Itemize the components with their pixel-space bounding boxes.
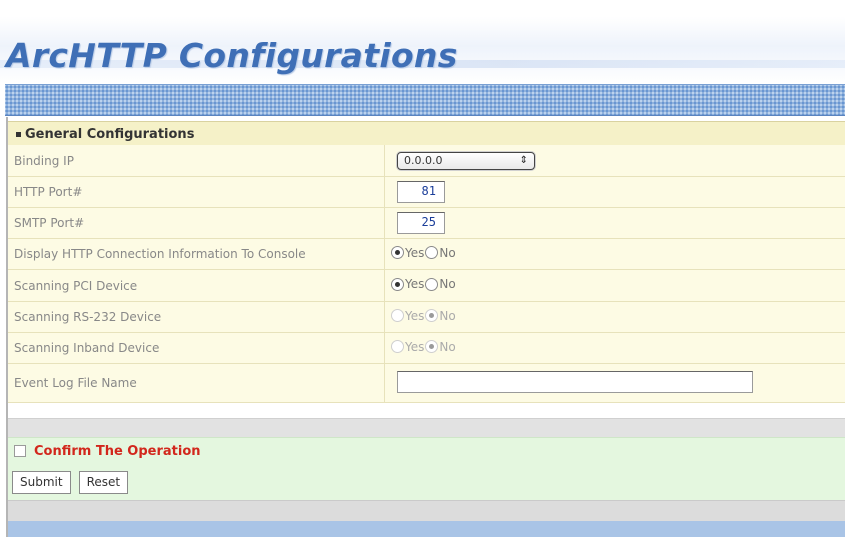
scanning-inband-yes-radio[interactable] — [391, 340, 404, 354]
table-row: Scanning Inband Device Yes No — [8, 332, 845, 364]
http-port-input[interactable]: 81 — [397, 181, 445, 203]
radio-no-label: No — [439, 308, 456, 323]
config-table: Binding IP 0.0.0.0 ⇕ HTTP Port# 81 SMTP … — [8, 145, 845, 403]
binding-ip-select[interactable]: 0.0.0.0 ⇕ — [397, 151, 535, 170]
binding-ip-value: 0.0.0.0 — [404, 154, 443, 167]
scanning-rs232-radio-group: Yes No — [391, 309, 457, 323]
reset-button[interactable]: Reset — [78, 470, 129, 494]
row-label-scanning-pci: Scanning PCI Device — [8, 269, 385, 302]
event-log-file-input[interactable] — [397, 370, 753, 393]
scanning-pci-radio-group: Yes No — [391, 277, 457, 291]
radio-yes-label: Yes — [405, 277, 425, 292]
scanning-inband-no-radio[interactable] — [425, 340, 439, 354]
table-row: Binding IP 0.0.0.0 ⇕ — [8, 145, 845, 177]
radio-no-label: No — [439, 277, 456, 292]
row-label-scanning-rs232: Scanning RS-232 Device — [8, 301, 385, 333]
radio-yes-label: Yes — [405, 339, 425, 354]
display-http-info-yes-radio[interactable] — [391, 246, 404, 260]
footer-bar — [8, 500, 845, 522]
radio-yes-label: Yes — [405, 308, 425, 323]
updown-arrows-icon: ⇕ — [519, 155, 528, 166]
radio-no-label: No — [439, 245, 456, 260]
scanning-rs232-yes-radio[interactable] — [391, 309, 404, 323]
row-label-smtp-port: SMTP Port# — [8, 207, 385, 239]
table-row: Event Log File Name — [8, 363, 845, 403]
decorative-band — [5, 84, 845, 116]
row-label-display-http-info: Display HTTP Connection Information To C… — [8, 238, 385, 270]
radio-yes-label: Yes — [405, 245, 425, 260]
table-row: Display HTTP Connection Information To C… — [8, 238, 845, 270]
scanning-pci-no-radio[interactable] — [425, 277, 439, 291]
table-row: Scanning RS-232 Device Yes No — [8, 301, 845, 333]
footer-band — [8, 521, 845, 537]
display-http-info-no-radio[interactable] — [425, 246, 439, 260]
scanning-inband-radio-group: Yes No — [391, 340, 457, 354]
submit-button[interactable]: Submit — [12, 470, 71, 494]
button-row: Submit Reset — [8, 464, 845, 500]
row-label-event-log-file: Event Log File Name — [8, 363, 385, 403]
separator-bar — [8, 418, 845, 438]
row-label-http-port: HTTP Port# — [8, 176, 385, 208]
display-http-info-radio-group: Yes No — [391, 246, 457, 260]
confirm-row: Confirm The Operation — [8, 437, 845, 465]
confirm-label: Confirm The Operation — [34, 443, 201, 459]
table-row: Scanning PCI Device Yes No — [8, 269, 845, 302]
confirm-checkbox[interactable] — [14, 445, 26, 457]
square-bullet-icon — [16, 131, 21, 137]
row-label-scanning-inband: Scanning Inband Device — [8, 332, 385, 364]
scanning-pci-yes-radio[interactable] — [391, 277, 404, 291]
smtp-port-input[interactable]: 25 — [397, 212, 445, 234]
scanning-rs232-no-radio[interactable] — [425, 309, 439, 323]
section-header: General Configurations — [8, 121, 845, 147]
row-label-binding-ip: Binding IP — [8, 145, 385, 177]
table-row: HTTP Port# 81 — [8, 176, 845, 208]
page-title: ArcHTTP Configurations — [6, 36, 458, 75]
radio-no-label: No — [439, 339, 456, 354]
section-title: General Configurations — [25, 126, 195, 142]
table-row: SMTP Port# 25 — [8, 207, 845, 239]
